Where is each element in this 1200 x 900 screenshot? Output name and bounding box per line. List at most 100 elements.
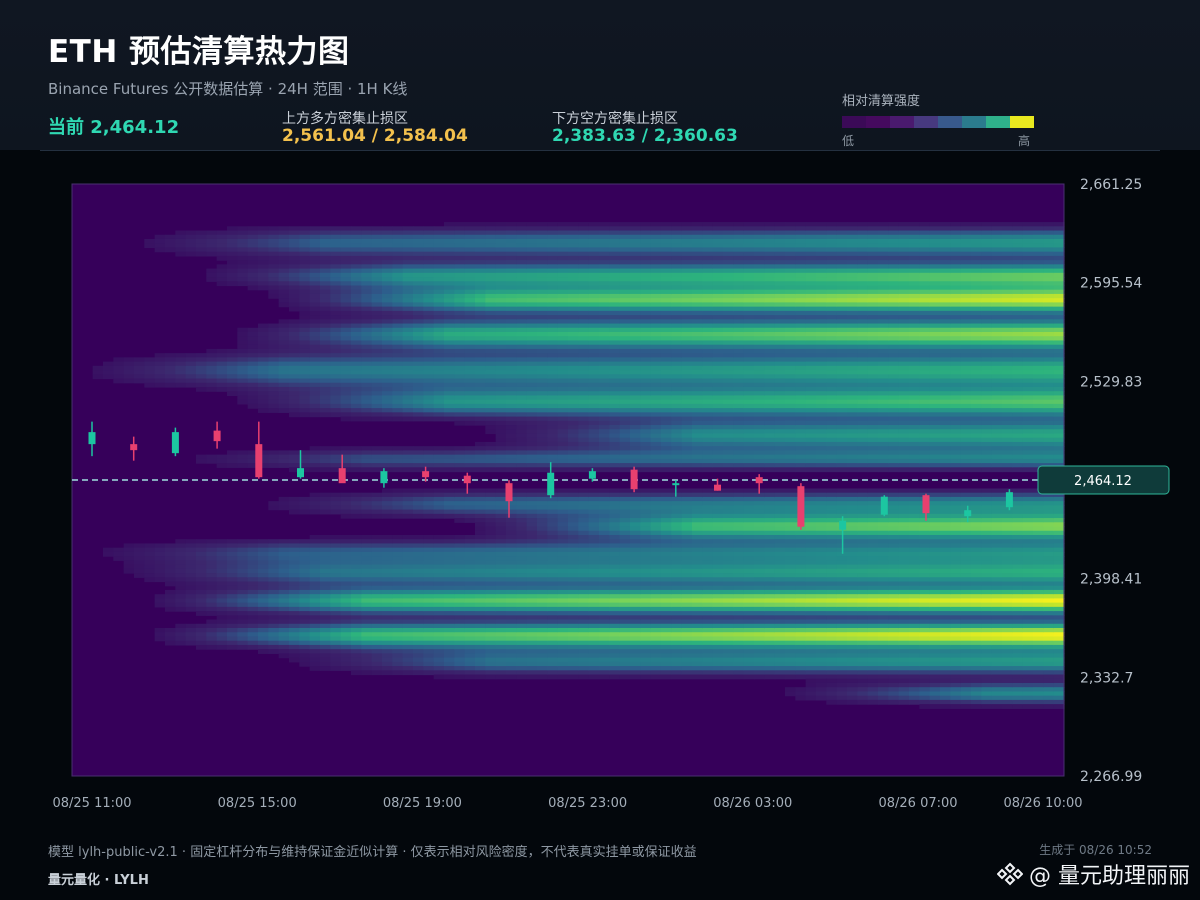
heatmap-cell [547,606,559,612]
heatmap-cell [268,357,280,363]
heatmap-cell [299,598,311,604]
heatmap-cell [392,234,404,240]
heatmap-cell [578,530,590,536]
heatmap-cell [485,513,497,519]
heatmap-cell [134,556,145,561]
heatmap-cell [464,657,476,663]
heatmap-cell [568,403,579,409]
heatmap-cell [630,391,641,397]
heatmap-cell [671,251,683,257]
heatmap-cell [588,568,600,574]
heatmap-cell [402,302,414,308]
heatmap-cell [630,310,641,316]
heatmap-cell [413,661,424,667]
heatmap-cell [433,298,445,303]
heatmap-cell [475,594,486,599]
heatmap-cell [568,277,579,282]
heatmap-cell [495,230,507,236]
heatmap-cell [495,611,507,616]
heatmap-cell [712,606,724,612]
heatmap-cell [537,509,548,515]
heatmap-cell [578,374,590,380]
heatmap-cell [712,243,724,249]
heatmap-cell [609,403,621,409]
heatmap-cell [661,386,672,392]
heatmap-cell [351,577,362,583]
heatmap-cell [237,238,249,244]
heatmap-cell [485,344,497,350]
heatmap-cell [475,568,486,574]
heatmap-cell [661,653,672,659]
heatmap-cell [361,293,373,299]
heatmap-cell [464,310,476,316]
heatmap-cell [309,315,321,320]
heatmap-cell [268,454,280,460]
heatmap-cell [392,501,404,506]
heatmap-cell [196,632,207,638]
heatmap-cell [402,611,414,616]
heatmap-cell [454,222,466,227]
heatmap-cell [330,577,342,583]
heatmap-cell [712,361,724,367]
heatmap-cell [733,323,745,329]
heatmap-cell [619,226,631,232]
heatmap-cell [464,577,476,583]
heatmap-cell [247,260,259,265]
heatmap-cell [712,222,724,227]
heatmap-cell [402,543,414,549]
heatmap-cell [671,243,683,249]
heatmap-cell [506,319,517,325]
heatmap-cell [671,509,683,515]
heatmap-cell [444,260,455,265]
heatmap-cell [433,568,445,574]
heatmap-cell [351,336,362,342]
heatmap-cell [599,619,610,625]
heatmap-cell [402,463,414,468]
heatmap-cell [640,234,652,240]
heatmap-cell [361,556,373,561]
heatmap-cell [692,289,703,295]
heatmap-cell [681,653,693,659]
heatmap-cell [733,268,745,274]
heatmap-cell [526,463,538,468]
heatmap-cell [361,547,373,553]
heatmap-cell [516,323,528,329]
heatmap-cell [547,319,559,325]
heatmap-cell [454,293,466,299]
heatmap-cell [144,238,156,244]
heatmap-cell [340,289,352,295]
heatmap-cell [485,543,497,549]
heatmap-cell [475,247,486,253]
heatmap-cell [464,378,476,384]
heatmap-cell [630,585,641,591]
heatmap-cell [671,513,683,519]
heatmap-cell [382,666,393,671]
heatmap-cell [289,395,300,401]
heatmap-cell [630,395,641,401]
heatmap-cell [516,649,528,654]
heatmap-cell [175,357,187,363]
heatmap-cell [516,395,528,401]
heatmap-cell [185,573,197,578]
heatmap-cell [103,370,114,375]
heatmap-cell [247,547,259,553]
heatmap-cell [444,501,455,506]
heatmap-cell [247,606,259,612]
heatmap-cell [723,433,734,439]
heatmap-cell [630,628,641,633]
heatmap-cell [392,513,404,519]
heatmap-cell [371,606,383,612]
heatmap-cell [475,611,486,616]
heatmap-cell [712,319,724,325]
heatmap-cell [371,657,383,663]
heatmap-cell [320,666,331,671]
heatmap-cell [568,255,579,261]
heatmap-cell [495,310,507,316]
heatmap-cell [413,234,424,240]
heatmap-cell [661,425,672,430]
heatmap-cell [165,543,176,549]
heatmap-cell [537,458,548,464]
heatmap-cell [640,268,652,274]
heatmap-cell [702,649,714,654]
heatmap-cell [464,323,476,329]
